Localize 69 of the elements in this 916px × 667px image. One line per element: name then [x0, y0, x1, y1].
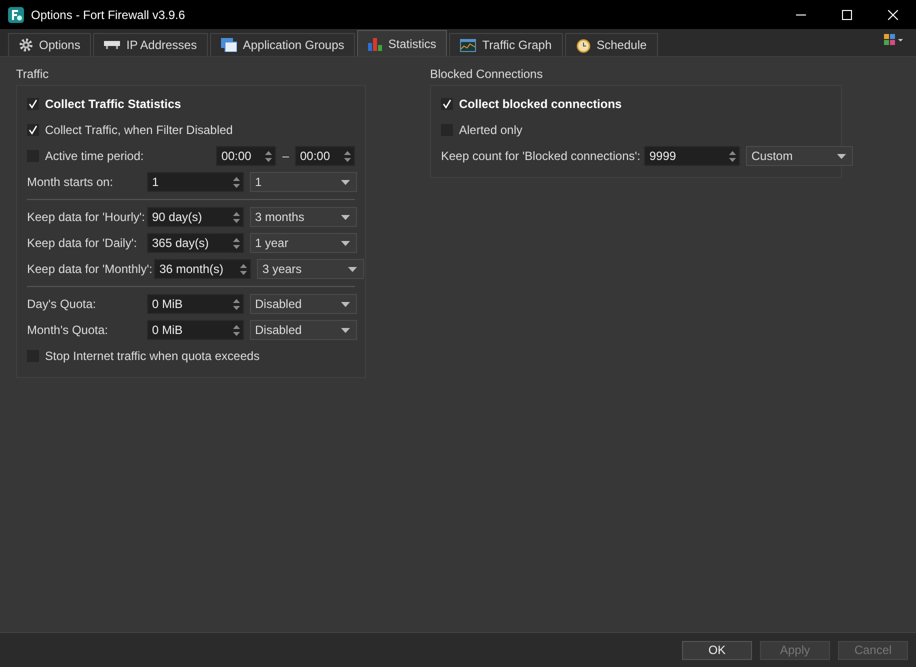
time-field[interactable]: 00:00: [216, 146, 276, 166]
spin-field[interactable]: 365 day(s): [147, 233, 244, 253]
time-field[interactable]: 00:00: [295, 146, 355, 166]
spinner-arrows-icon[interactable]: [233, 176, 240, 188]
network-card-icon: [104, 40, 120, 50]
checkbox[interactable]: Collect blocked connections: [441, 97, 622, 111]
dropdown-arrow-icon: [341, 302, 350, 306]
dropdown-arrow-icon: [341, 328, 350, 332]
spinner-arrows-icon[interactable]: [729, 150, 736, 162]
group-title: Blocked Connections: [430, 67, 543, 81]
tab[interactable]: Options: [8, 33, 92, 56]
layout-icon[interactable]: [884, 34, 904, 46]
checkmark-icon: [28, 99, 38, 109]
dropdown-arrow-icon: [341, 214, 350, 220]
tab[interactable]: Traffic Graph: [449, 33, 563, 56]
checkmark-icon: [442, 99, 452, 109]
spin-field[interactable]: 9999: [644, 146, 740, 166]
dropdown-arrow-icon: [348, 266, 358, 272]
alarm-clock-icon: [576, 38, 591, 52]
field-label: Keep data for 'Monthly':: [27, 262, 152, 276]
tab[interactable]: IP Addresses: [93, 33, 208, 56]
spin-field[interactable]: 0 MiB: [147, 294, 244, 314]
dropdown[interactable]: Custom: [746, 146, 854, 166]
window-title: Options - Fort Firewall v3.9.6: [31, 8, 186, 22]
spinner-arrows-icon[interactable]: [233, 212, 240, 222]
field-label: Keep data for 'Hourly':: [27, 210, 145, 224]
dropdown-arrow-icon: [837, 154, 846, 158]
tab[interactable]: Statistics: [357, 30, 448, 56]
spin-field[interactable]: 1: [147, 172, 244, 192]
spin-field[interactable]: 0 MiB: [147, 320, 244, 340]
field-label: Keep count for 'Blocked connections':: [441, 149, 640, 163]
spinner-arrows-icon[interactable]: [344, 150, 351, 162]
checkbox[interactable]: Active time period:: [27, 149, 144, 163]
field-label: Keep data for 'Daily':: [27, 236, 138, 250]
bar-chart-icon: [368, 36, 382, 50]
dropdown[interactable]: Disabled: [250, 294, 357, 314]
dropdown[interactable]: 3 months: [250, 207, 357, 227]
spin-field[interactable]: 90 day(s): [147, 207, 244, 227]
checkbox[interactable]: Alerted only: [441, 123, 522, 137]
checkbox[interactable]: Stop Internet traffic when quota exceeds: [27, 349, 260, 363]
field-label: Month starts on:: [27, 175, 114, 189]
dialog-button[interactable]: OK: [682, 640, 752, 660]
dropdown[interactable]: 1: [250, 172, 357, 192]
tab[interactable]: Application Groups: [210, 33, 356, 56]
dropdown-arrow-icon: [341, 240, 350, 246]
app-icon: [8, 6, 24, 22]
checkbox[interactable]: Collect Traffic, when Filter Disabled: [27, 123, 233, 137]
tab[interactable]: Schedule: [564, 33, 658, 56]
spinner-arrows-icon[interactable]: [265, 150, 272, 162]
checkbox[interactable]: Collect Traffic Statistics: [27, 97, 182, 111]
close-icon[interactable]: [888, 10, 898, 20]
range-dash: –: [282, 149, 289, 163]
spinner-arrows-icon[interactable]: [233, 298, 240, 310]
windows-icon: [220, 38, 237, 52]
group-title: Traffic: [16, 67, 49, 81]
spinner-arrows-icon[interactable]: [240, 264, 248, 274]
dropdown[interactable]: 1 year: [250, 233, 357, 253]
spin-field[interactable]: 36 month(s): [154, 259, 252, 279]
maximize-icon[interactable]: [842, 10, 852, 20]
dropdown[interactable]: Disabled: [250, 320, 357, 340]
checkmark-icon: [28, 125, 38, 135]
dropdown-arrow-icon: [341, 180, 350, 184]
gear-icon: [19, 38, 33, 52]
dropdown[interactable]: 3 years: [257, 259, 364, 279]
field-label: Day's Quota:: [27, 297, 97, 311]
spinner-arrows-icon[interactable]: [233, 238, 240, 248]
spinner-arrows-icon[interactable]: [233, 324, 240, 336]
graph-window-icon: [460, 38, 476, 52]
field-label: Month's Quota:: [27, 323, 109, 337]
